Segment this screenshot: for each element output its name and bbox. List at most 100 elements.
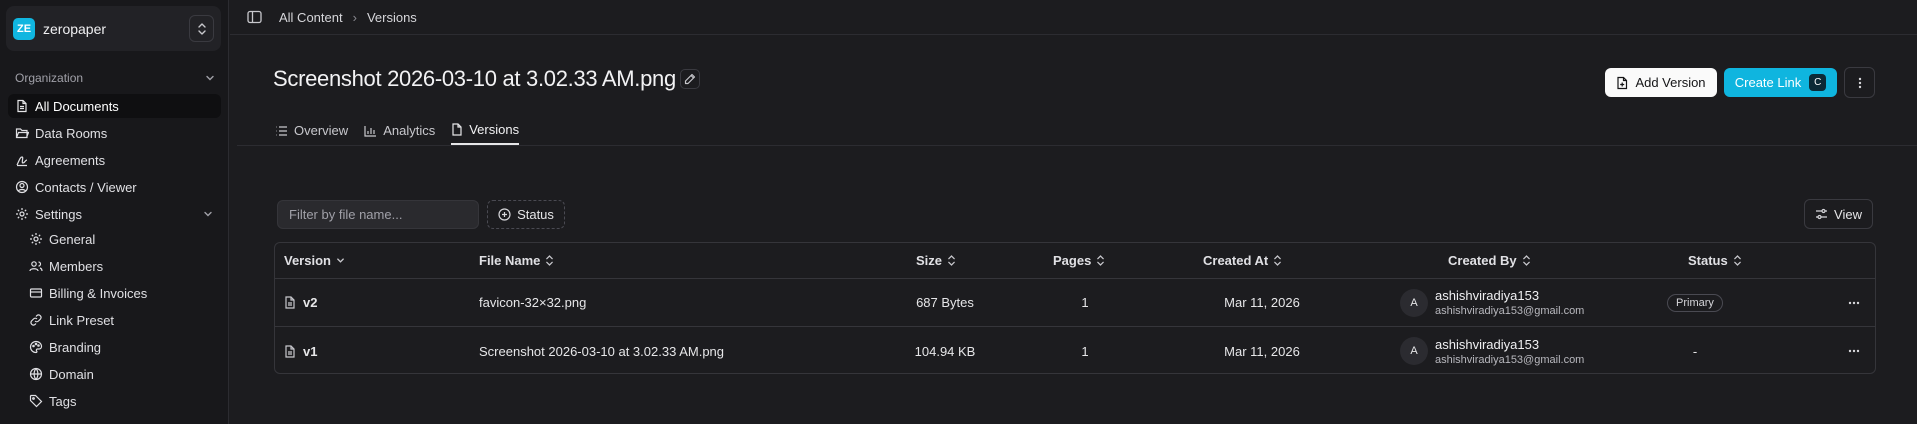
column-header-label: Status [1688, 253, 1728, 268]
created-at-cell: Mar 11, 2026 [1224, 295, 1300, 310]
size-cell: 687 Bytes [916, 295, 974, 310]
column-header-pages[interactable]: Pages [1053, 243, 1105, 278]
document-icon [285, 296, 295, 309]
page-title: Screenshot 2026-03-10 at 3.02.33 AM.png [273, 66, 676, 91]
sidebar-item-domain[interactable]: Domain [22, 362, 221, 386]
sidebar-toggle-icon[interactable] [247, 10, 262, 24]
tabs-divider [237, 145, 1917, 146]
pages-cell: 1 [1081, 343, 1089, 359]
document-icon [17, 99, 27, 113]
column-header-size[interactable]: Size [916, 243, 956, 278]
tab-versions[interactable]: Versions [451, 118, 520, 145]
chevron-down-icon [206, 75, 214, 81]
sidebar-item-general[interactable]: General [22, 227, 221, 251]
table-row[interactable]: v1 Screenshot 2026-03-10 at 3.02.33 AM.p… [275, 327, 1875, 373]
folder-open-icon [15, 128, 29, 139]
chevron-down-icon [337, 258, 344, 263]
column-header-created-by[interactable]: Created By [1448, 243, 1531, 278]
creator-email: ashishviradiya153@gmail.com [1435, 305, 1585, 317]
column-header-label: Size [916, 253, 943, 268]
column-header-label: Created By [1448, 253, 1517, 268]
sidebar-item-label: Settings [35, 206, 82, 222]
more-vertical-icon [1858, 77, 1861, 88]
version-cell: v2 [284, 279, 317, 326]
sidebar-item-label: Data Rooms [35, 125, 108, 141]
tab-label: Versions [469, 122, 520, 137]
breadcrumb-current: Versions [366, 9, 417, 25]
column-header-version[interactable]: Version [284, 243, 345, 278]
version-label: v2 [303, 295, 318, 310]
table-row[interactable]: v2 favicon-32×32.png 687 Bytes 1 Mar 11,… [275, 279, 1875, 327]
sidebar-item-label: Contacts / Viewer [35, 179, 137, 195]
sidebar-item-data-rooms[interactable]: Data Rooms [8, 121, 221, 145]
breadcrumb-separator-icon: › [352, 9, 357, 25]
gear-icon [16, 208, 28, 220]
column-header-label: Pages [1053, 253, 1092, 268]
tab-analytics[interactable]: Analytics [364, 118, 435, 145]
pencil-icon [684, 73, 696, 85]
row-more-icon[interactable] [1847, 296, 1861, 310]
gear-icon [30, 233, 42, 245]
sidebar-item-settings[interactable]: Settings [8, 202, 221, 226]
status-filter-label: Status [517, 207, 554, 222]
row-more-icon[interactable] [1847, 344, 1861, 358]
plus-circle-icon [498, 208, 511, 221]
file-plus-icon [1617, 76, 1628, 89]
sort-icon [1522, 255, 1530, 266]
sidebar-item-tags[interactable]: Tags [22, 389, 221, 413]
sidebar-item-label: Link Preset [49, 312, 115, 328]
credit-card-icon [29, 288, 43, 298]
column-header-label: File Name [479, 253, 541, 268]
created-by-cell: A ashishviradiya153 ashishviradiya153@gm… [1400, 327, 1585, 373]
filter-file-name-input[interactable] [277, 200, 479, 229]
shortcut-badge: C [1809, 74, 1827, 91]
avatar: A [1400, 288, 1428, 317]
chevron-down-icon [204, 211, 212, 217]
workspace-logo: ZE [13, 17, 35, 40]
sidebar-item-contacts[interactable]: Contacts / Viewer [8, 175, 221, 199]
tab-bar: Overview Analytics Versions [275, 118, 535, 145]
sidebar-item-members[interactable]: Members [22, 254, 221, 278]
sidebar-item-all-documents[interactable]: All Documents [8, 94, 221, 118]
list-icon [276, 125, 287, 136]
file-name-cell: favicon-32×32.png [479, 295, 587, 310]
sort-icon [948, 255, 955, 266]
view-options-button[interactable]: View [1804, 199, 1873, 229]
breadcrumb: All Content › Versions [279, 10, 417, 25]
tab-label: Analytics [383, 123, 436, 138]
sidebar-item-label: General [49, 231, 96, 247]
table-header-row: Version File Name Size Pages Created At … [275, 243, 1875, 279]
size-cell: 104.94 KB [914, 343, 976, 359]
create-link-label: Create Link [1734, 75, 1802, 90]
workspace-name: zeropaper [43, 20, 107, 37]
view-options-label: View [1834, 206, 1862, 222]
column-header-created-at[interactable]: Created At [1203, 243, 1282, 278]
created-at-cell: Mar 11, 2026 [1224, 343, 1300, 359]
column-header-file-name[interactable]: File Name [479, 243, 554, 278]
top-bar: All Content › Versions [230, 0, 1917, 35]
tab-overview[interactable]: Overview [275, 118, 348, 145]
sidebar-item-billing[interactable]: Billing & Invoices [22, 281, 221, 305]
users-icon [29, 261, 43, 272]
breadcrumb-root-link[interactable]: All Content [279, 10, 343, 25]
status-cell: - [1692, 343, 1698, 359]
create-link-button[interactable]: Create Link C [1724, 68, 1837, 97]
edit-title-button[interactable] [680, 69, 700, 89]
sidebar-item-agreements[interactable]: Agreements [8, 148, 221, 172]
file-name-cell: Screenshot 2026-03-10 at 3.02.33 AM.png [479, 343, 725, 359]
tab-label: Overview [294, 123, 349, 138]
organization-label: Organization [15, 71, 84, 85]
workspace-switcher[interactable]: ZE zeropaper [6, 6, 221, 51]
sidebar-item-branding[interactable]: Branding [22, 335, 221, 359]
workspace-toggle-button[interactable] [189, 15, 214, 42]
more-options-button[interactable] [1844, 67, 1875, 98]
status-filter-button[interactable]: Status [487, 200, 565, 229]
sidebar-item-label: Domain [49, 366, 94, 382]
sidebar-item-link-preset[interactable]: Link Preset [22, 308, 221, 332]
creator-email: ashishviradiya153@gmail.com [1435, 353, 1585, 366]
sidebar-item-label: Members [49, 258, 104, 274]
versions-table: Version File Name Size Pages Created At … [274, 242, 1876, 374]
column-header-status[interactable]: Status [1688, 243, 1742, 278]
add-version-button[interactable]: Add Version [1605, 68, 1717, 97]
organization-section-header[interactable]: Organization [15, 69, 215, 87]
